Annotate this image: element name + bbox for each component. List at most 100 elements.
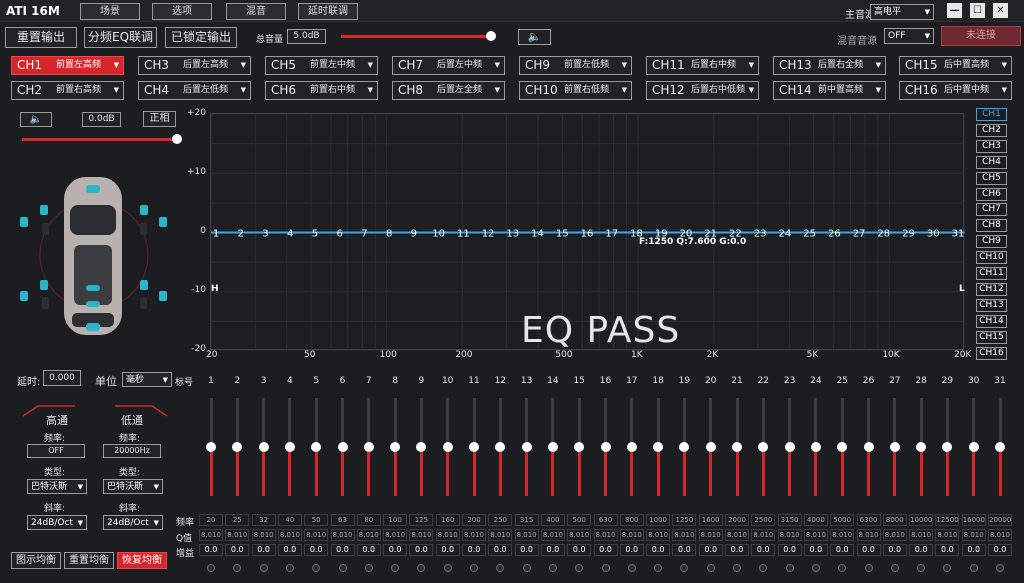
band-q-cell[interactable]: 8.010: [462, 529, 486, 541]
band-slider-knob[interactable]: [784, 442, 795, 452]
mix-source-select[interactable]: OFF ▼: [884, 28, 934, 44]
band-freq-cell[interactable]: 1000: [646, 514, 671, 526]
band-q-cell[interactable]: 8.010: [646, 529, 671, 541]
band-gain-cell[interactable]: 0.0: [304, 544, 329, 556]
locked-output-button[interactable]: 已锁定输出: [165, 27, 237, 48]
band-point-label[interactable]: 10: [432, 229, 445, 240]
channel-select-ch5[interactable]: CH5 前置左中频 ▼: [265, 56, 378, 75]
band-gain-cell[interactable]: 0.0: [330, 544, 355, 556]
right-channel-ch8[interactable]: CH8: [976, 219, 1007, 233]
band-point-label[interactable]: 14: [531, 229, 544, 240]
channel-select-ch4[interactable]: CH4 后置左低频 ▼: [138, 81, 251, 100]
band-slider-knob[interactable]: [705, 442, 716, 452]
band-q-cell[interactable]: 8.010: [856, 529, 881, 541]
band-freq-cell[interactable]: 200: [462, 514, 486, 526]
band-gain-cell[interactable]: 0.0: [961, 544, 986, 556]
graphic-eq-button[interactable]: 图示均衡: [11, 552, 61, 569]
band-reset-icon[interactable]: [759, 564, 768, 572]
band-reset-icon[interactable]: [706, 564, 715, 572]
band-q-cell[interactable]: 8.010: [383, 529, 408, 541]
band-freq-cell[interactable]: 50: [304, 514, 329, 526]
right-channel-ch2[interactable]: CH2: [976, 123, 1007, 137]
band-reset-icon[interactable]: [654, 564, 663, 572]
band-freq-cell[interactable]: 20000: [988, 514, 1012, 526]
close-button[interactable]: ✕: [993, 3, 1008, 18]
band-point-label[interactable]: 13: [506, 229, 519, 240]
band-slider-knob[interactable]: [442, 442, 453, 452]
band-gain-cell[interactable]: 0.0: [751, 544, 776, 556]
band-gain-cell[interactable]: 0.0: [909, 544, 934, 556]
band-q-cell[interactable]: 8.010: [409, 529, 434, 541]
channel-select-ch8[interactable]: CH8 后置左全频 ▼: [392, 81, 505, 100]
channel-select-ch9[interactable]: CH9 前置左低频 ▼: [519, 56, 632, 75]
band-gain-cell[interactable]: 0.0: [356, 544, 381, 556]
band-gain-cell[interactable]: 0.0: [777, 544, 802, 556]
band-freq-cell[interactable]: 1600: [698, 514, 723, 526]
band-freq-cell[interactable]: 32: [251, 514, 276, 526]
band-freq-cell[interactable]: 800: [619, 514, 644, 526]
band-gain-cell[interactable]: 0.0: [882, 544, 907, 556]
menu-options[interactable]: 选项: [152, 3, 212, 20]
band-reset-icon[interactable]: [838, 564, 847, 572]
band-q-cell[interactable]: 8.010: [304, 529, 329, 541]
master-volume-slider[interactable]: [341, 35, 494, 38]
band-freq-cell[interactable]: 250: [488, 514, 513, 526]
band-q-cell[interactable]: 8.010: [435, 529, 460, 541]
band-gain-cell[interactable]: 0.0: [383, 544, 408, 556]
right-channel-ch3[interactable]: CH3: [976, 139, 1007, 153]
band-q-cell[interactable]: 8.010: [725, 529, 749, 541]
channel-select-ch7[interactable]: CH7 后置左中频 ▼: [392, 56, 505, 75]
band-gain-cell[interactable]: 0.0: [830, 544, 855, 556]
channel-gain-value[interactable]: 0.0dB: [82, 112, 121, 127]
band-slider-knob[interactable]: [942, 442, 953, 452]
band-reset-icon[interactable]: [364, 564, 373, 572]
maximize-button[interactable]: ☐: [970, 3, 985, 18]
band-reset-icon[interactable]: [785, 564, 794, 572]
band-slider-knob[interactable]: [416, 442, 427, 452]
band-freq-cell[interactable]: 3150: [777, 514, 802, 526]
band-q-cell[interactable]: 8.010: [803, 529, 828, 541]
band-slider-knob[interactable]: [732, 442, 742, 452]
channel-speaker-icon[interactable]: 🔈: [20, 112, 52, 127]
band-q-cell[interactable]: 8.010: [356, 529, 381, 541]
band-reset-icon[interactable]: [601, 564, 610, 572]
lowpass-type-select[interactable]: 巴特沃斯 ▼: [103, 479, 163, 494]
menu-scene[interactable]: 场景: [80, 3, 140, 20]
highpass-type-select[interactable]: 巴特沃斯 ▼: [27, 479, 87, 494]
band-freq-cell[interactable]: 1250: [672, 514, 697, 526]
band-q-cell[interactable]: 8.010: [199, 529, 223, 541]
band-point-label[interactable]: 27: [853, 229, 866, 240]
band-point-label[interactable]: 1: [213, 229, 219, 240]
channel-select-ch14[interactable]: CH14 前中置高频 ▼: [773, 81, 886, 100]
unit-select[interactable]: 毫秒 ▼: [122, 372, 172, 387]
band-slider-knob[interactable]: [284, 442, 295, 452]
band-reset-icon[interactable]: [917, 564, 926, 572]
band-slider-knob[interactable]: [469, 442, 479, 452]
band-q-cell[interactable]: 8.010: [882, 529, 907, 541]
band-freq-cell[interactable]: 5000: [830, 514, 855, 526]
right-channel-ch9[interactable]: CH9: [976, 235, 1007, 249]
right-channel-ch14[interactable]: CH14: [976, 314, 1007, 328]
channel-select-ch15[interactable]: CH15 后中置高频 ▼: [899, 56, 1012, 75]
delay-input[interactable]: 0.000: [43, 370, 81, 386]
band-gain-cell[interactable]: 0.0: [462, 544, 486, 556]
band-gain-cell[interactable]: 0.0: [672, 544, 697, 556]
band-freq-cell[interactable]: 10000: [909, 514, 934, 526]
channel-select-ch12[interactable]: CH12 后置右中低频 ▼: [646, 81, 759, 100]
band-reset-icon[interactable]: [890, 564, 899, 572]
channel-select-ch16[interactable]: CH16 后中置中频 ▼: [899, 81, 1012, 100]
band-gain-cell[interactable]: 0.0: [514, 544, 539, 556]
eq-graph[interactable]: 1 2 3 4 5 6 7 8 9 10 11 12 13 14 15 16 17 18 19 20 21 22 23 24 2…: [210, 113, 965, 351]
band-q-cell[interactable]: 8.010: [514, 529, 539, 541]
band-point-label[interactable]: 3: [262, 229, 268, 240]
band-slider-knob[interactable]: [521, 442, 532, 452]
band-reset-icon[interactable]: [575, 564, 584, 572]
band-slider-knob[interactable]: [495, 442, 506, 452]
band-reset-icon[interactable]: [522, 564, 531, 572]
band-q-cell[interactable]: 8.010: [698, 529, 723, 541]
connect-status-button[interactable]: 未连接: [941, 26, 1021, 46]
minimize-button[interactable]: —: [947, 3, 962, 18]
freq-eq-link-button[interactable]: 分频EQ联调: [84, 27, 157, 48]
lowpass-freq-input[interactable]: 20000Hz: [103, 444, 161, 458]
band-gain-cell[interactable]: 0.0: [199, 544, 223, 556]
